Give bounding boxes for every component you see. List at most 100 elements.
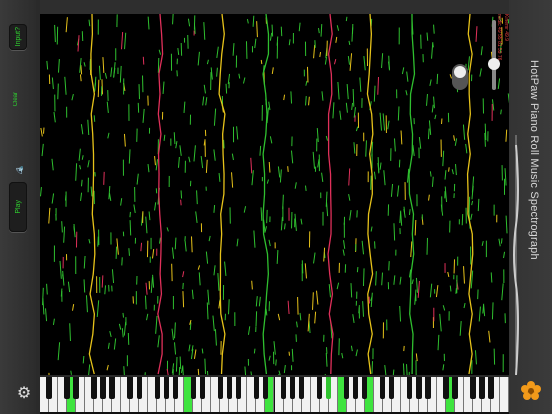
- spectral-trace: [264, 226, 267, 232]
- spectral-trace: [392, 369, 395, 375]
- black-key[interactable]: [217, 377, 224, 399]
- clear-button[interactable]: Clear: [13, 92, 19, 106]
- spectral-trace: [77, 35, 80, 52]
- spectral-trace: [228, 299, 230, 315]
- spectral-trace: [243, 206, 247, 213]
- spectral-trace: [158, 49, 162, 55]
- black-key[interactable]: [127, 377, 133, 399]
- black-key[interactable]: [407, 377, 413, 399]
- black-key[interactable]: [361, 377, 368, 399]
- black-key[interactable]: [343, 377, 350, 399]
- spectral-trace: [206, 302, 209, 320]
- spectral-trace: [166, 368, 169, 375]
- spectral-trace: [435, 285, 439, 298]
- spectral-trace: [218, 173, 221, 182]
- black-key[interactable]: [470, 377, 476, 399]
- toggle-knob: [454, 66, 466, 78]
- black-key[interactable]: [172, 377, 178, 399]
- black-key[interactable]: [253, 377, 260, 399]
- speaker-icon[interactable]: 🔈: [13, 164, 23, 175]
- black-key[interactable]: [163, 377, 169, 399]
- settings-gear-icon[interactable]: ⚙: [14, 384, 34, 404]
- spectral-trace: [172, 14, 174, 25]
- black-key[interactable]: [73, 377, 79, 399]
- play-button[interactable]: Play: [9, 182, 27, 232]
- spectral-trace: [213, 205, 216, 213]
- black-key[interactable]: [91, 377, 97, 399]
- spectral-trace: [268, 101, 271, 111]
- spectral-trace: [121, 32, 124, 50]
- black-key[interactable]: [316, 377, 323, 399]
- black-key[interactable]: [416, 377, 422, 399]
- black-key[interactable]: [190, 377, 197, 399]
- black-key[interactable]: [289, 377, 296, 399]
- black-key[interactable]: [452, 377, 458, 399]
- black-key[interactable]: [46, 377, 52, 399]
- slider-thumb[interactable]: [488, 58, 500, 70]
- spectral-trace: [397, 185, 400, 197]
- black-key[interactable]: [380, 377, 386, 399]
- spectral-trace: [314, 311, 317, 324]
- black-key[interactable]: [64, 377, 70, 399]
- spectral-trace: [97, 236, 99, 247]
- spectral-trace: [246, 18, 249, 24]
- spectral-trace: [122, 312, 125, 318]
- white-key[interactable]: [499, 377, 509, 412]
- black-key[interactable]: [325, 377, 332, 399]
- spectral-trace: [213, 149, 216, 161]
- black-key[interactable]: [352, 377, 359, 399]
- spectral-trace: [75, 163, 78, 181]
- black-key[interactable]: [154, 377, 160, 399]
- spectral-trace: [478, 306, 481, 322]
- spectral-trace: [348, 168, 351, 186]
- black-key[interactable]: [280, 377, 287, 399]
- black-key[interactable]: [389, 377, 395, 399]
- spectral-trace: [284, 223, 286, 230]
- spectral-trace: [46, 283, 48, 295]
- spectral-trace: [106, 364, 109, 371]
- piano-keyboard[interactable]: [40, 377, 509, 414]
- spectral-trace: [399, 276, 402, 285]
- black-key[interactable]: [136, 377, 142, 399]
- black-key[interactable]: [226, 377, 233, 399]
- spectral-trace: [336, 282, 340, 290]
- spectral-trace: [166, 227, 169, 232]
- spectral-trace: [488, 330, 491, 343]
- spectral-trace: [65, 17, 68, 33]
- spectral-trace: [436, 73, 439, 85]
- flower-logo-icon[interactable]: [520, 380, 542, 402]
- spectral-trace: [316, 290, 319, 305]
- black-key[interactable]: [199, 377, 206, 399]
- gain-slider[interactable]: [488, 20, 500, 90]
- spectral-trace: [51, 193, 55, 204]
- spectral-trace: [437, 334, 440, 351]
- spectral-trace: [400, 130, 403, 145]
- spectral-trace: [313, 252, 316, 264]
- black-key[interactable]: [262, 377, 269, 399]
- black-key[interactable]: [443, 377, 449, 399]
- spectral-trace: [231, 172, 234, 188]
- black-key[interactable]: [488, 377, 494, 399]
- spectrogram-canvas: [40, 14, 509, 375]
- input-button[interactable]: Input?: [9, 24, 27, 50]
- mode-toggle[interactable]: [452, 64, 468, 90]
- black-key[interactable]: [425, 377, 431, 399]
- black-key[interactable]: [298, 377, 305, 399]
- spectral-trace: [216, 46, 219, 58]
- black-key[interactable]: [479, 377, 485, 399]
- piano-roll-spectrogram[interactable]: [40, 14, 509, 375]
- black-key[interactable]: [100, 377, 106, 399]
- spectral-trace: [62, 270, 65, 286]
- spectral-trace: [308, 96, 310, 106]
- black-key[interactable]: [235, 377, 242, 399]
- spectral-trace: [399, 305, 402, 322]
- black-key[interactable]: [109, 377, 115, 399]
- spectral-trace: [193, 145, 196, 162]
- spectral-trace: [188, 156, 191, 163]
- spectral-trace: [42, 298, 45, 315]
- spectral-trace: [212, 315, 215, 332]
- spectral-trace: [377, 77, 379, 95]
- spectral-trace: [426, 32, 429, 41]
- spectral-trace: [498, 238, 501, 247]
- spectral-trace: [483, 304, 486, 317]
